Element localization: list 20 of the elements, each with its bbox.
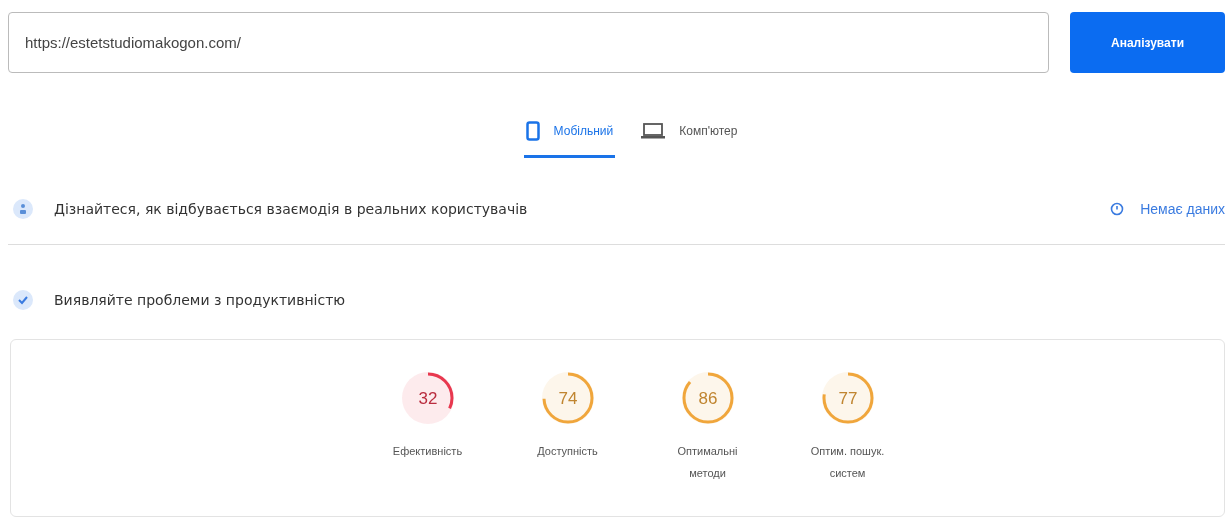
score-value: 32 bbox=[418, 389, 437, 408]
device-tab[interactable]: Комп'ютер bbox=[639, 117, 740, 158]
phone-icon bbox=[525, 121, 540, 141]
score-label: Оптимальні методи bbox=[676, 444, 739, 481]
section-title: Дізнайтеся, як відбувається взаємодія в реальних користувачів bbox=[54, 201, 528, 217]
url-field[interactable]: https://estetstudiomakogon.com/ bbox=[8, 12, 1049, 73]
diagnostics-icon bbox=[12, 289, 34, 311]
score-label: Ефективність bbox=[392, 444, 463, 459]
score-value: 86 bbox=[698, 389, 717, 408]
clock-icon bbox=[1110, 202, 1125, 216]
no-data-label: Немає даних bbox=[1140, 201, 1225, 217]
analyze-button[interactable]: Аналізувати bbox=[1070, 12, 1225, 73]
score-label: Доступність bbox=[537, 444, 598, 459]
score-value: 77 bbox=[838, 389, 857, 408]
section-title: Виявляйте проблеми з продуктивністю bbox=[54, 292, 346, 308]
users-icon bbox=[12, 198, 34, 220]
score-value: 74 bbox=[558, 389, 577, 408]
score-label: Оптим. пошук. систем bbox=[809, 444, 886, 481]
laptop-icon bbox=[641, 122, 666, 140]
device-tab[interactable]: Мобільний bbox=[523, 117, 616, 158]
